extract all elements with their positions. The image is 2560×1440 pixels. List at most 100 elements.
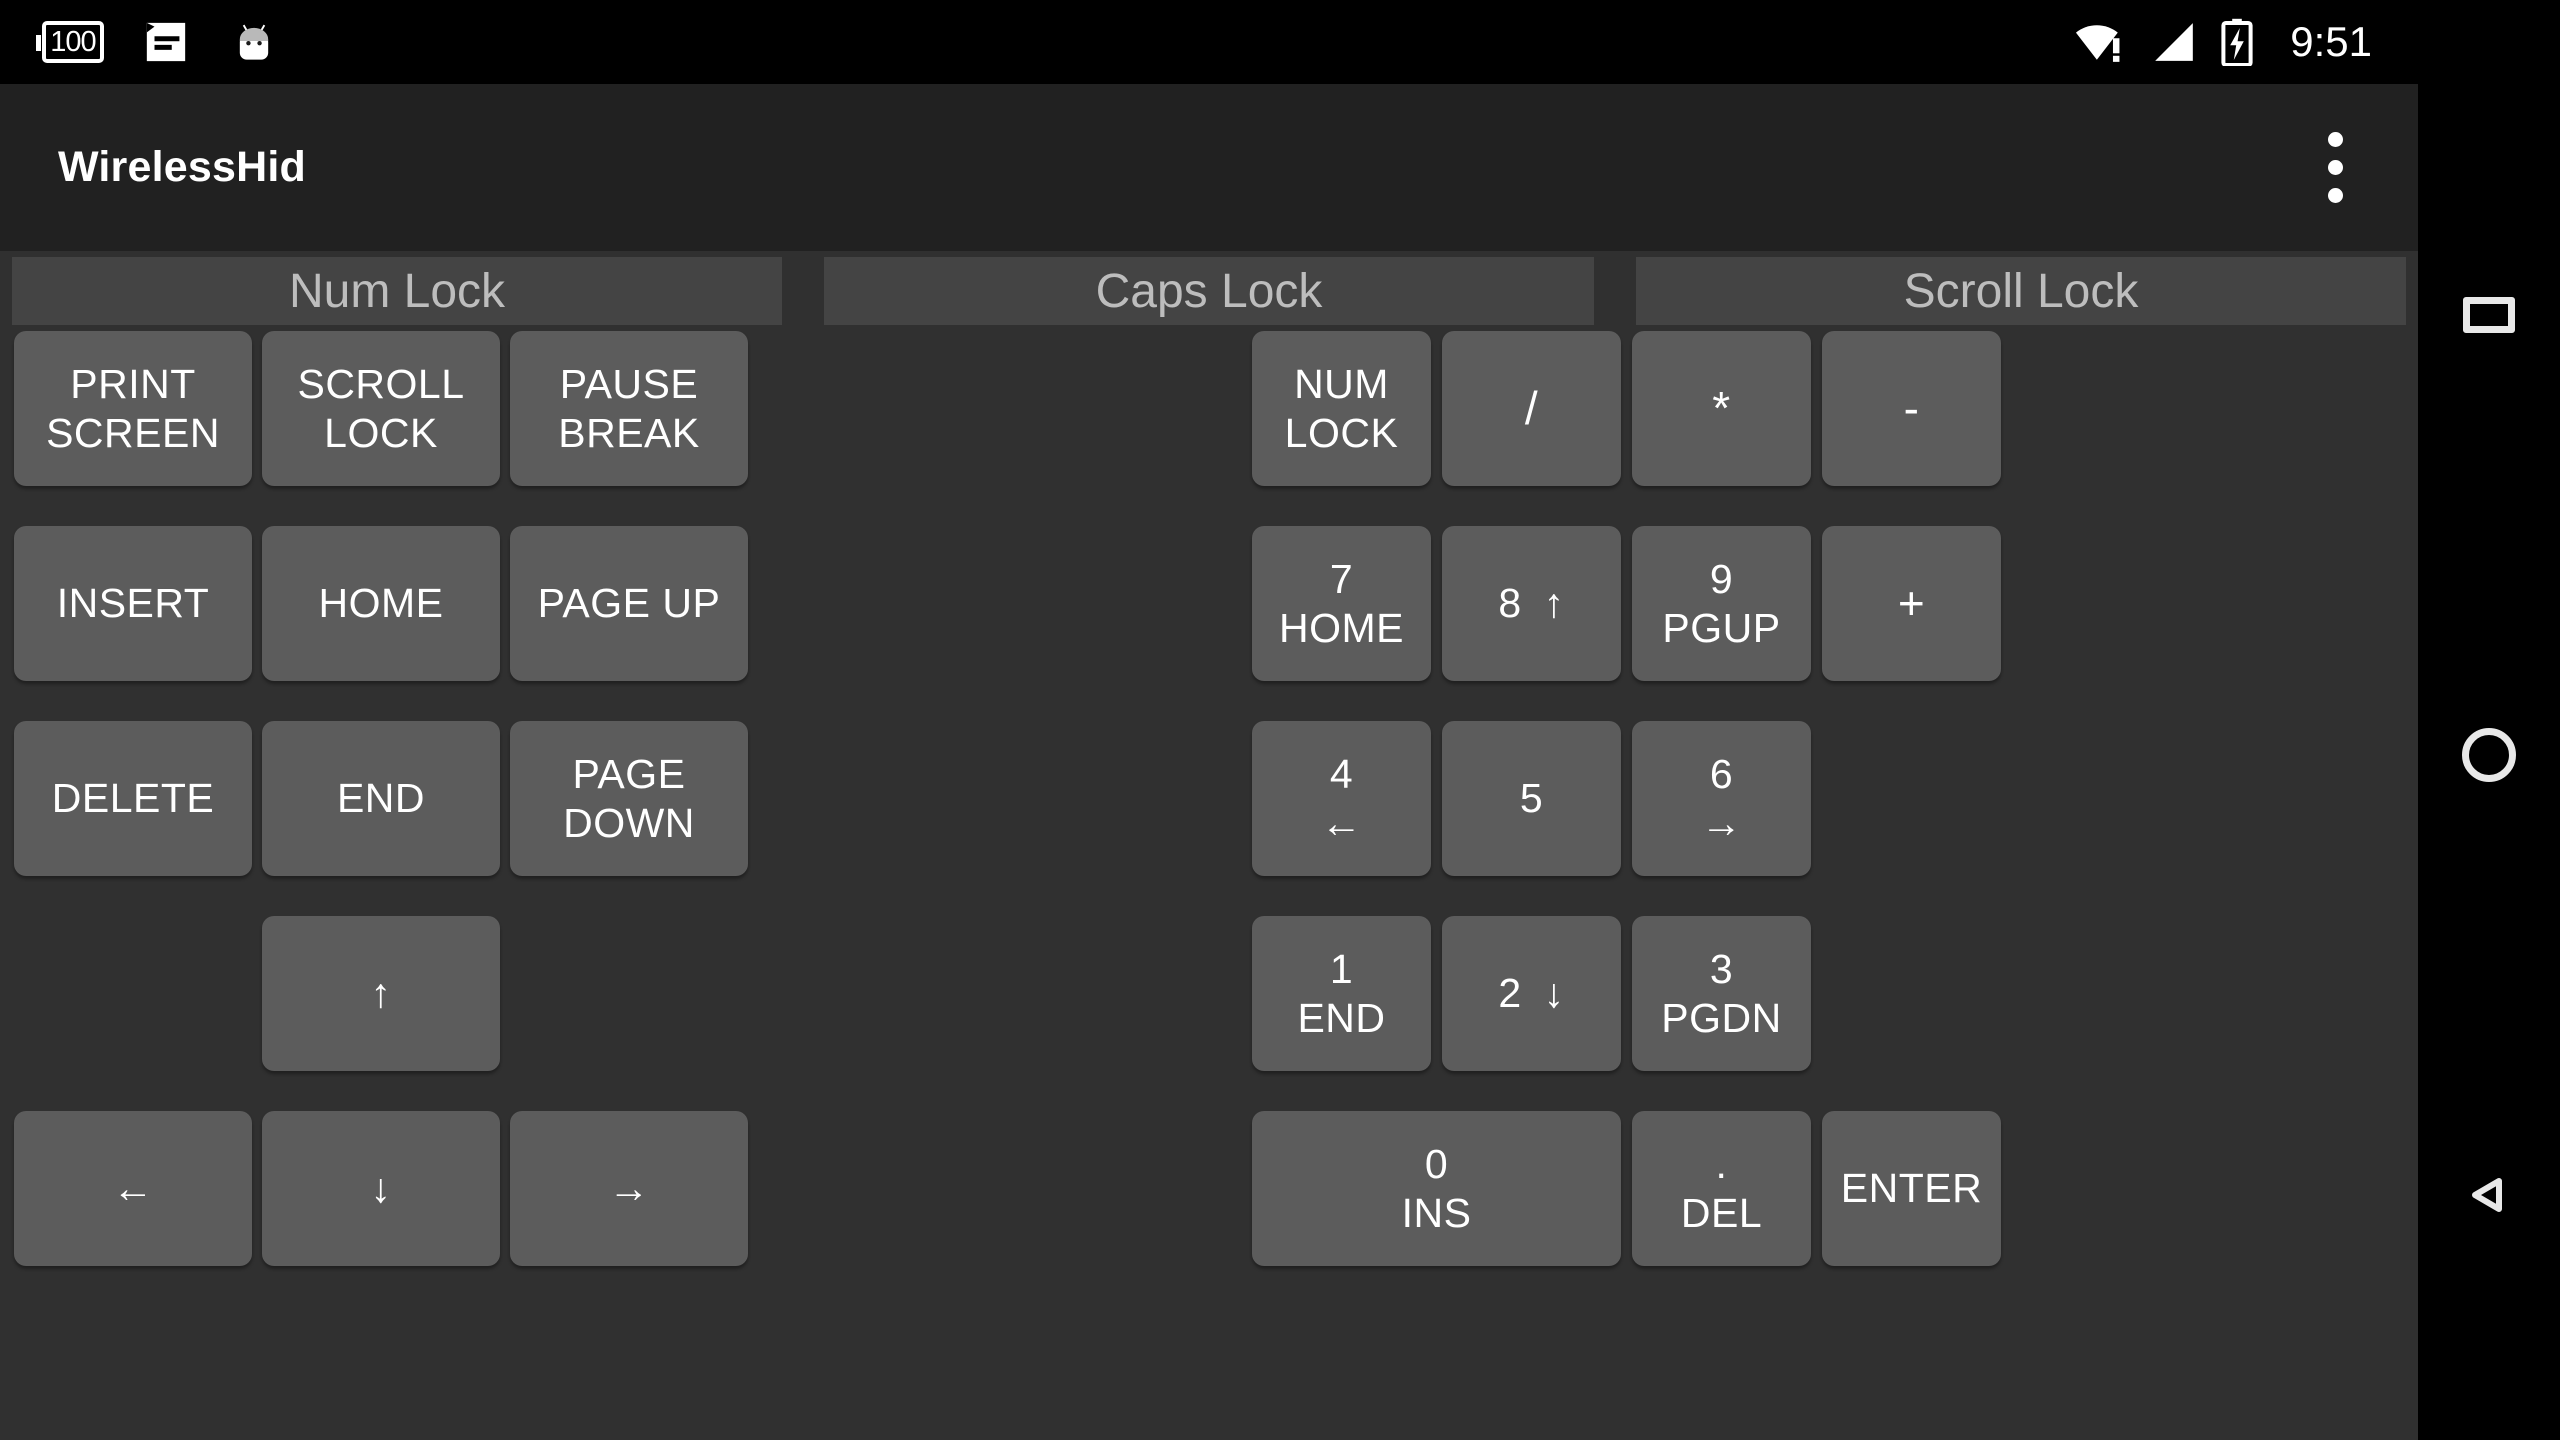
back-icon [2472,1178,2502,1212]
wifi-no-internet-icon [2076,25,2120,62]
key-numpad-5[interactable]: 5 [1442,721,1621,876]
key-label-primary: ↑ [370,970,392,1017]
lock-status-caps-lock[interactable]: Caps Lock [824,257,1594,325]
status-bar: 100 9:51 [0,0,2560,84]
key-label-primary: PRINT [70,361,196,408]
key-numpad-3[interactable]: 3 PGDN [1632,916,1811,1071]
home-icon [2462,728,2516,782]
device-screen: 100 9:51 WirelessHid Num Lock Caps Lock … [0,0,2560,1440]
key-label-secondary: SCREEN [46,409,220,456]
key-label-secondary: PGUP [1662,604,1781,651]
key-label-primary: - [1903,382,1920,435]
key-label-secondary: ↓ [1543,970,1565,1017]
key-label-primary: 0 [1424,1141,1449,1188]
key-label-secondary: LOCK [1284,409,1399,456]
key-numpad-9[interactable]: 9 PGUP [1632,526,1811,681]
overflow-dot [2327,132,2343,147]
key-label-secondary: ← [1320,799,1363,846]
key-label-primary: PAGE DOWN [563,751,695,846]
overflow-menu-icon[interactable] [2290,114,2380,222]
key-label-primary: PAUSE [559,361,699,408]
key-label-primary: ENTER [1840,1165,1983,1212]
key-label-primary: ↓ [370,1165,392,1212]
key-arrow-down[interactable]: ↓ [262,1111,500,1266]
key-insert[interactable]: INSERT [14,526,252,681]
home-button[interactable] [2418,684,2560,826]
key-plus[interactable]: + [1822,526,2001,681]
key-label-secondary: PGDN [1661,994,1782,1041]
recents-button[interactable] [2418,244,2560,386]
key-label-primary: NUM [1294,361,1389,408]
key-enter[interactable]: ENTER [1822,1111,2001,1266]
key-page-down[interactable]: PAGE DOWN [510,721,748,876]
keypad: PRINT SCREEN SCROLL LOCK PAUSE BREAK INSERT HOM… [0,331,2418,1369]
key-label-primary: 8 [1498,580,1522,627]
status-bar-left-icons: 100 [36,19,280,65]
back-button[interactable] [2418,1124,2560,1266]
key-label-secondary: BREAK [558,409,700,456]
key-label-primary: SCROLL [297,361,465,408]
key-label-secondary: → [1700,799,1743,846]
key-label-primary: HOME [318,580,444,627]
battery-level-icon: 100 [36,21,104,63]
key-label-secondary: HOME [1279,604,1404,651]
key-label-primary: 5 [1519,775,1544,822]
lock-status-scroll-lock[interactable]: Scroll Lock [1636,257,2406,325]
lock-status-num-lock[interactable]: Num Lock [12,257,782,325]
key-home[interactable]: HOME [262,526,500,681]
key-numpad-dot[interactable]: . DEL [1632,1111,1811,1266]
key-print-screen[interactable]: PRINT SCREEN [14,331,252,486]
key-label-primary: PAGE UP [537,580,721,627]
key-numpad-4[interactable]: 4 ← [1252,721,1431,876]
key-label-primary: → [608,1165,650,1212]
cellular-signal-icon [2155,23,2194,61]
key-page-up[interactable]: PAGE UP [510,526,748,681]
android-navigation-bar [2418,84,2560,1440]
key-divide[interactable]: / [1442,331,1621,486]
key-scroll-lock[interactable]: SCROLL LOCK [262,331,500,486]
android-mascot-icon [239,24,269,60]
status-bar-clock: 9:51 [2290,18,2372,65]
key-numpad-8[interactable]: 8 ↑ [1442,526,1621,681]
key-arrow-right[interactable]: → [510,1111,748,1266]
sms-message-icon [146,22,186,62]
key-label-secondary: LOCK [324,409,438,456]
lock-status-row: Num Lock Caps Lock Scroll Lock [0,251,2418,331]
key-label-primary: 1 [1329,946,1354,993]
key-arrow-left[interactable]: ← [14,1111,252,1266]
key-label-primary: 9 [1709,556,1734,603]
key-label-primary: DELETE [51,775,215,822]
key-label-primary: + [1897,577,1926,630]
key-numpad-6[interactable]: 6 → [1632,721,1811,876]
key-label-primary: 2 [1498,970,1522,1017]
key-minus[interactable]: - [1822,331,2001,486]
key-numpad-0[interactable]: 0 INS [1252,1111,1621,1266]
key-label-primary: / [1524,382,1539,435]
key-label-secondary: DEL [1680,1189,1763,1236]
app-title: WirelessHid [58,143,306,191]
key-label-primary: . [1715,1141,1728,1188]
key-label-secondary: INS [1401,1189,1472,1236]
key-label-primary: 4 [1329,751,1354,798]
key-label-secondary: ↑ [1543,580,1565,627]
key-arrow-up[interactable]: ↑ [262,916,500,1071]
key-label-primary: * [1712,382,1731,435]
recents-icon [2463,297,2515,333]
key-label-primary: INSERT [56,580,210,627]
key-label-primary: END [336,775,426,822]
key-delete[interactable]: DELETE [14,721,252,876]
battery-charging-icon [2221,18,2253,66]
app-window: WirelessHid Num Lock Caps Lock Scroll Lock… [0,84,2418,1440]
overflow-dot [2327,188,2343,203]
key-numpad-2[interactable]: 2 ↓ [1442,916,1621,1071]
key-label-primary: ← [112,1165,154,1212]
key-label-primary: 7 [1329,556,1354,603]
key-multiply[interactable]: * [1632,331,1811,486]
key-label-primary: 6 [1709,751,1734,798]
key-label-secondary: END [1297,994,1386,1041]
key-end[interactable]: END [262,721,500,876]
key-numpad-1[interactable]: 1 END [1252,916,1431,1071]
key-pause-break[interactable]: PAUSE BREAK [510,331,748,486]
key-num-lock[interactable]: NUM LOCK [1252,331,1431,486]
key-numpad-7[interactable]: 7 HOME [1252,526,1431,681]
